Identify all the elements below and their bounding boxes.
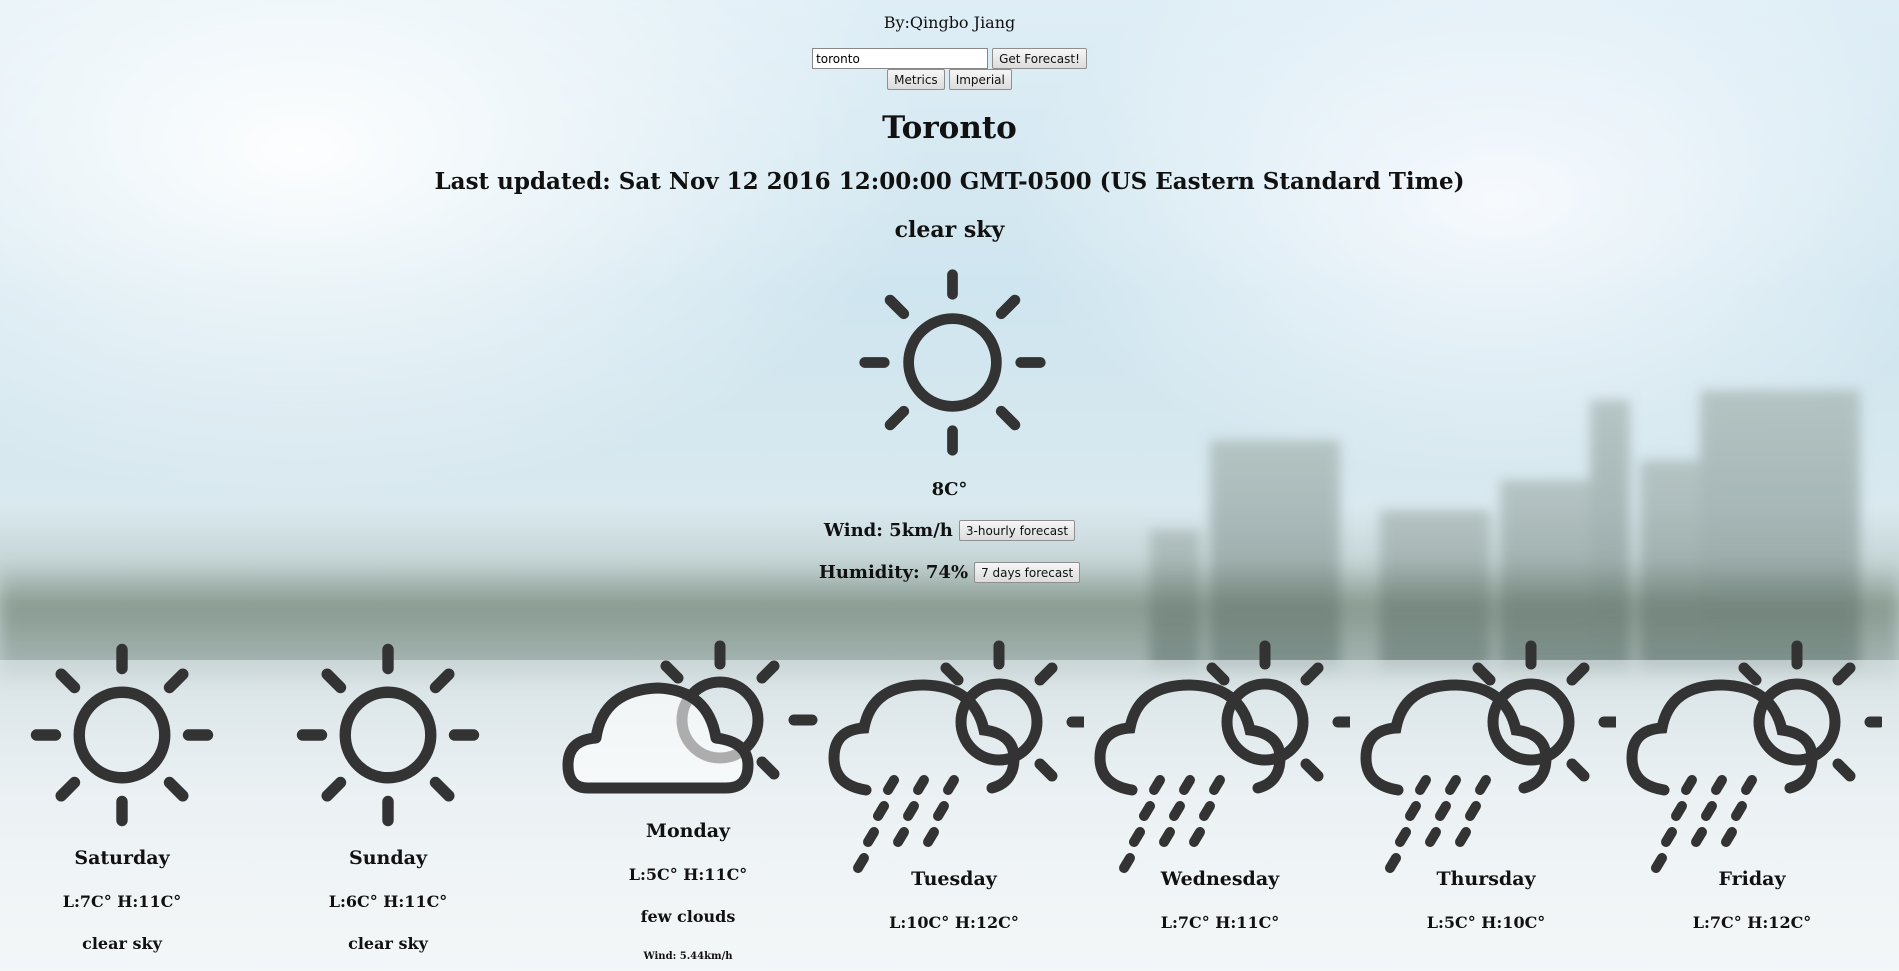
forecast-day-friday: Friday L:7C° H:12C° bbox=[1622, 640, 1882, 932]
city-search-input[interactable] bbox=[812, 48, 989, 69]
sun-icon bbox=[30, 643, 214, 827]
forecast-day-name: Thursday bbox=[1436, 868, 1536, 890]
forecast-day-name: Tuesday bbox=[911, 868, 997, 890]
unit-toggle: Metrics Imperial bbox=[0, 69, 1899, 90]
forecast-temp-range: L:6C° H:11C° bbox=[328, 892, 448, 911]
current-wind: Wind: 5km/h bbox=[823, 520, 953, 541]
forecast-day-wednesday: Wednesday L:7C° H:11C° bbox=[1090, 640, 1350, 932]
forecast-day-name: Wednesday bbox=[1160, 868, 1280, 890]
metric-units-button[interactable]: Metrics bbox=[887, 69, 945, 90]
forecast-day-sunday: Sunday L:6C° H:11C° clear sky bbox=[258, 640, 518, 953]
forecast-day-saturday: Saturday L:7C° H:11C° clear sky bbox=[0, 640, 252, 953]
forecast-description: clear sky bbox=[348, 934, 428, 953]
forecast-temp-range: L:5C° H:10C° bbox=[1426, 913, 1546, 932]
cloud-sun-icon bbox=[562, 640, 818, 794]
wind-row: Wind: 5km/h 3-hourly forecast bbox=[0, 520, 1899, 541]
forecast-day-thursday: Thursday L:5C° H:10C° bbox=[1356, 640, 1616, 932]
rain-cloud-sun-icon bbox=[1094, 640, 1350, 873]
forecast-wind: Wind: 5.44km/h bbox=[643, 951, 733, 962]
forecast-temp-range: L:10C° H:12C° bbox=[889, 913, 1019, 932]
hourly-forecast-button[interactable]: 3-hourly forecast bbox=[958, 520, 1076, 541]
sun-icon bbox=[859, 269, 1046, 456]
city-title: Toronto bbox=[882, 110, 1017, 146]
imperial-units-button[interactable]: Imperial bbox=[948, 69, 1012, 90]
current-description: clear sky bbox=[894, 217, 1005, 243]
search-bar: Get Forecast! bbox=[0, 48, 1899, 69]
daily-forecast-button[interactable]: 7 days forecast bbox=[974, 562, 1081, 583]
last-updated-text: Last updated: Sat Nov 12 2016 12:00:00 G… bbox=[434, 168, 1465, 195]
humidity-row: Humidity: 74% 7 days forecast bbox=[0, 562, 1899, 583]
rain-cloud-sun-icon bbox=[1360, 640, 1616, 873]
rain-cloud-sun-icon bbox=[828, 640, 1084, 873]
forecast-day-name: Sunday bbox=[349, 847, 427, 869]
author-byline: By:Qingbo Jiang bbox=[883, 13, 1016, 32]
forecast-day-tuesday: Tuesday L:10C° H:12C° bbox=[824, 640, 1084, 932]
get-forecast-button[interactable]: Get Forecast! bbox=[992, 48, 1087, 69]
rain-cloud-sun-icon bbox=[1626, 640, 1882, 873]
sun-icon bbox=[296, 643, 480, 827]
forecast-day-name: Saturday bbox=[74, 847, 170, 869]
forecast-temp-range: L:7C° H:12C° bbox=[1692, 913, 1812, 932]
forecast-description: clear sky bbox=[82, 934, 162, 953]
current-humidity: Humidity: 74% bbox=[818, 562, 969, 583]
current-temperature: 8C° bbox=[931, 479, 968, 500]
forecast-day-name: Friday bbox=[1718, 868, 1786, 890]
forecast-description: few clouds bbox=[640, 907, 736, 926]
forecast-temp-range: L:5C° H:11C° bbox=[628, 865, 748, 884]
forecast-day-name: Monday bbox=[645, 820, 731, 842]
forecast-temp-range: L:7C° H:11C° bbox=[62, 892, 182, 911]
forecast-day-monday: Monday L:5C° H:11C° few clouds Wind: 5.4… bbox=[558, 640, 818, 962]
weather-app: By:Qingbo Jiang Get Forecast! Metrics Im… bbox=[0, 0, 1899, 971]
forecast-temp-range: L:7C° H:11C° bbox=[1160, 913, 1280, 932]
